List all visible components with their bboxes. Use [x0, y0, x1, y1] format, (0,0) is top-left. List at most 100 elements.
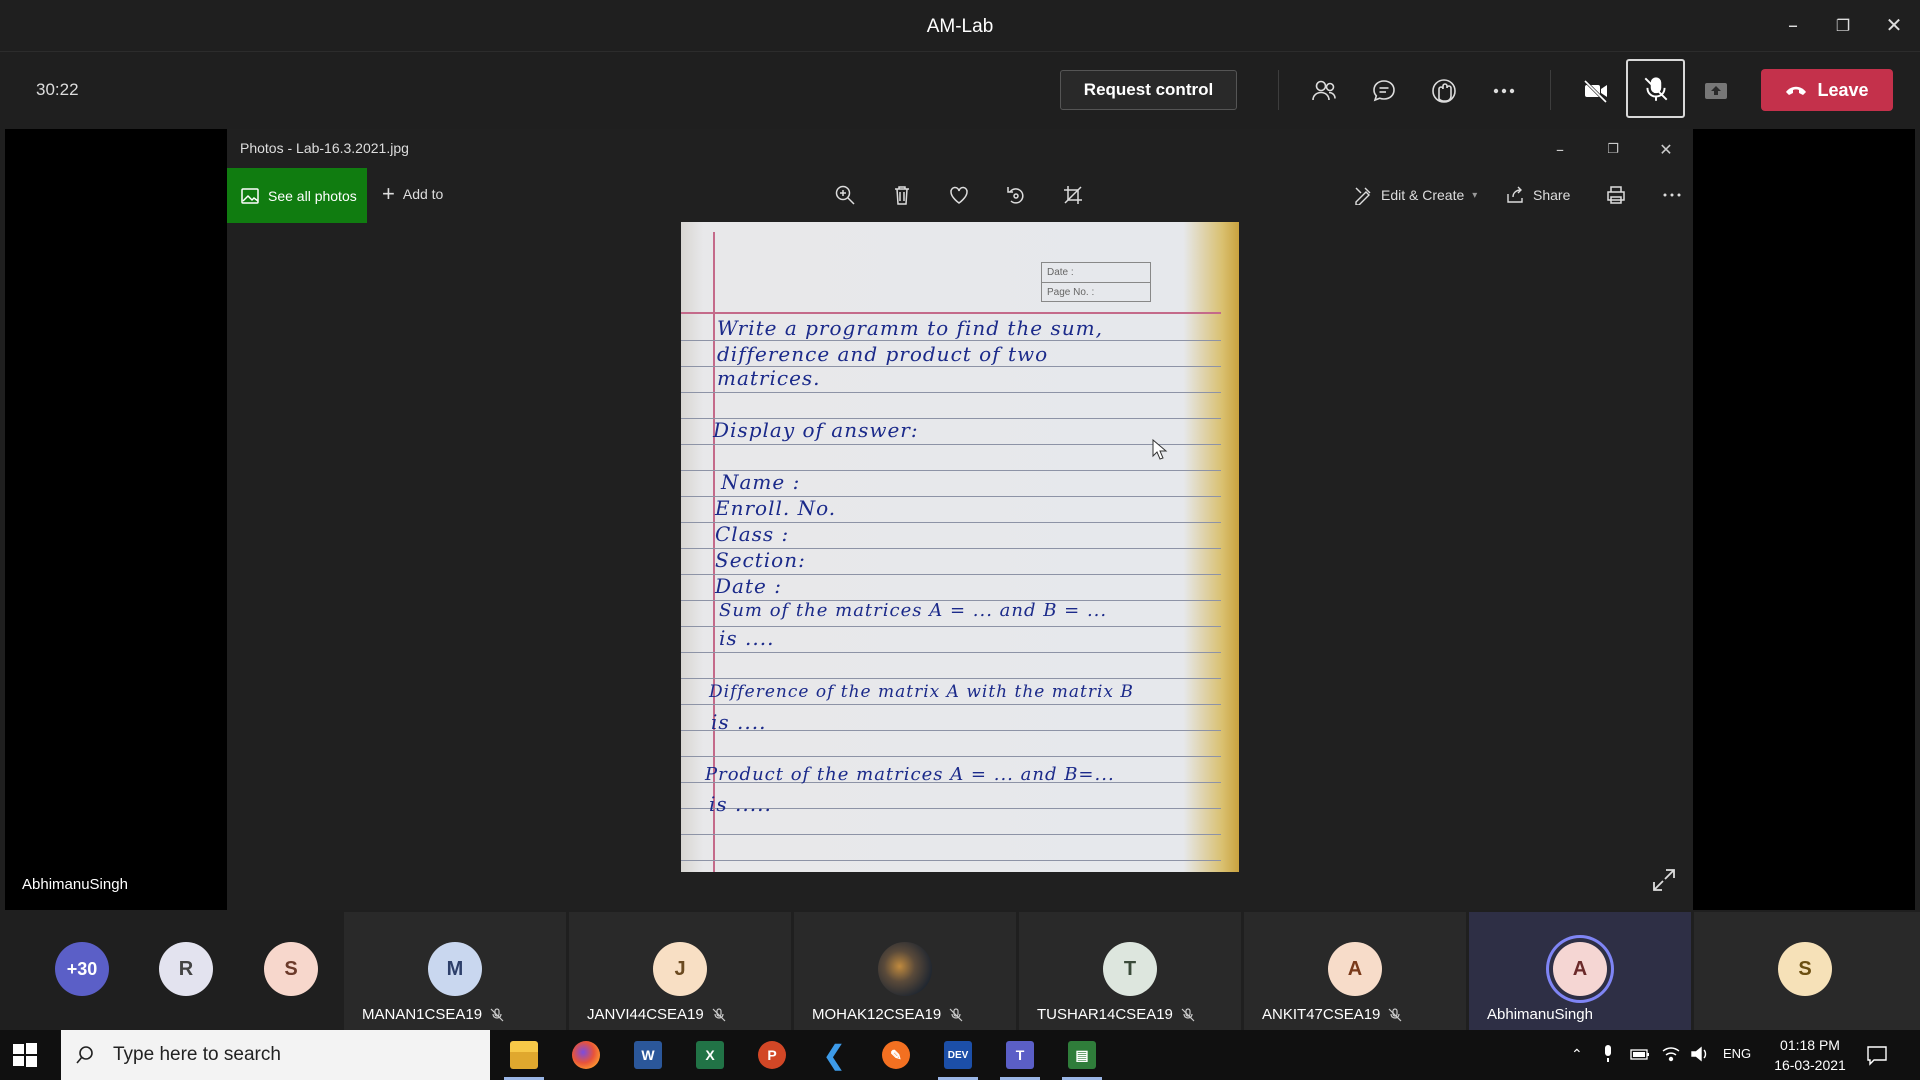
share-button[interactable]: Share: [1505, 185, 1570, 205]
sublime-app[interactable]: ✎: [868, 1034, 924, 1076]
file-explorer-app[interactable]: [496, 1034, 552, 1080]
taskbar-search-input[interactable]: Type here to search: [61, 1030, 490, 1080]
search-placeholder: Type here to search: [113, 1044, 281, 1065]
divider: [1550, 70, 1551, 110]
fullscreen-icon[interactable]: [1651, 867, 1677, 893]
delete-icon[interactable]: [888, 181, 916, 209]
avatar: A: [1328, 942, 1382, 996]
vscode-app[interactable]: ❮: [806, 1034, 862, 1076]
share-label: Share: [1533, 187, 1571, 203]
participant-name: AbhimanuSingh: [1487, 1006, 1593, 1023]
mouse-cursor-icon: [1152, 439, 1168, 460]
mic-off-icon: [1181, 1007, 1195, 1021]
photos-more-icon[interactable]: [1658, 181, 1686, 209]
teams-app[interactable]: T: [992, 1034, 1048, 1080]
favorite-icon[interactable]: [945, 181, 973, 209]
search-icon: [76, 1046, 93, 1064]
camera-off-icon[interactable]: [1578, 74, 1614, 108]
mute-button[interactable]: [1626, 59, 1685, 118]
photos-restore-button[interactable]: ❐: [1598, 134, 1628, 164]
chevron-up-icon[interactable]: ⌃: [1571, 1046, 1583, 1063]
handwritten-line: is ....: [711, 710, 767, 734]
clock-time: 01:18 PM: [1780, 1037, 1840, 1053]
firefox-app[interactable]: [558, 1034, 614, 1076]
powerpoint-icon: P: [758, 1041, 786, 1069]
participant-tile[interactable]: MOHAK12CSEA19: [794, 912, 1016, 1030]
mic-off-icon: [1644, 76, 1667, 101]
handwritten-line: is ....: [719, 626, 775, 650]
powerpoint-app[interactable]: P: [744, 1034, 800, 1076]
add-to-label: Add to: [402, 186, 444, 202]
crop-icon[interactable]: [1059, 181, 1087, 209]
divider: [1278, 70, 1279, 110]
microphone-icon[interactable]: [1602, 1044, 1614, 1064]
request-control-button[interactable]: Request control: [1060, 70, 1237, 110]
participant-tile[interactable]: M MANAN1CSEA19: [344, 912, 566, 1030]
avatar: J: [653, 942, 707, 996]
devcpp-app[interactable]: DEV: [930, 1034, 986, 1080]
handwritten-line: Enroll. No.: [715, 496, 837, 520]
leave-label: Leave: [1817, 79, 1869, 100]
share-tray-icon[interactable]: [1698, 74, 1734, 108]
date-box: Date : Page No. :: [1041, 262, 1151, 302]
print-icon[interactable]: [1602, 181, 1630, 209]
leave-button[interactable]: Leave: [1761, 69, 1893, 111]
rotate-icon[interactable]: [1002, 181, 1030, 209]
excel-icon: X: [696, 1041, 724, 1069]
close-button[interactable]: ✕: [1877, 10, 1911, 40]
restore-button[interactable]: ❐: [1826, 10, 1860, 40]
notebook-page-image: Date : Page No. : Write a programm to fi…: [681, 222, 1239, 872]
handwritten-line: matrices.: [717, 366, 821, 390]
teams-meeting-window: AM-Lab – ❐ ✕ 30:22 Request control Leave…: [0, 0, 1920, 1080]
chat-icon[interactable]: [1366, 74, 1402, 108]
language-indicator[interactable]: ENG: [1723, 1046, 1751, 1061]
participants-strip: +30 R S M MANAN1CSEA19 J JANVI44CSEA19 M…: [0, 912, 1920, 1030]
participant-tile[interactable]: T TUSHAR14CSEA19: [1019, 912, 1241, 1030]
taskbar-clock[interactable]: 01:18 PM 16-03-2021: [1770, 1035, 1850, 1075]
word-icon: W: [634, 1041, 662, 1069]
mic-off-icon: [712, 1007, 726, 1021]
windows-start-icon[interactable]: [12, 1042, 38, 1068]
clock-date: 16-03-2021: [1774, 1057, 1846, 1073]
excel-app[interactable]: X: [682, 1034, 738, 1076]
add-to-button[interactable]: + Add to: [382, 183, 444, 205]
firefox-icon: [572, 1041, 600, 1069]
photos-app[interactable]: ▤: [1054, 1034, 1110, 1080]
chevron-down-icon: ▾: [1472, 189, 1478, 201]
handwritten-line: Difference of the matrix A with the matr…: [709, 682, 1134, 702]
handwritten-line: Date :: [715, 574, 782, 598]
participant-tile[interactable]: A ANKIT47CSEA19: [1244, 912, 1466, 1030]
edit-create-label: Edit & Create: [1381, 187, 1465, 203]
word-app[interactable]: W: [620, 1034, 676, 1076]
participant-tile[interactable]: J JANVI44CSEA19: [569, 912, 791, 1030]
avatar[interactable]: R: [159, 942, 213, 996]
avatar: T: [1103, 942, 1157, 996]
avatar[interactable]: S: [264, 942, 318, 996]
more-participants-badge[interactable]: +30: [55, 942, 109, 996]
participant-name: ANKIT47CSEA19: [1262, 1006, 1381, 1023]
minimize-button[interactable]: –: [1776, 10, 1810, 40]
handwritten-line: Class :: [715, 522, 790, 546]
photos-minimize-button[interactable]: –: [1545, 134, 1575, 164]
see-all-photos-button[interactable]: See all photos: [227, 168, 367, 223]
avatar: A: [1553, 942, 1607, 996]
teams-icon: T: [1006, 1041, 1034, 1069]
reactions-icon[interactable]: [1426, 74, 1462, 108]
handwritten-line: is .....: [709, 792, 772, 816]
handwritten-line: difference and product of two: [717, 342, 1049, 366]
more-options-icon[interactable]: [1486, 74, 1522, 108]
battery-icon[interactable]: [1630, 1047, 1650, 1061]
photos-taskbar-icon: ▤: [1068, 1041, 1096, 1069]
date-label: Date :: [1042, 263, 1150, 283]
volume-icon[interactable]: [1690, 1045, 1710, 1063]
participant-tile-active-speaker[interactable]: A AbhimanuSingh: [1469, 912, 1691, 1030]
edit-create-button[interactable]: Edit & Create ▾: [1353, 185, 1477, 205]
participant-tile[interactable]: S: [1694, 912, 1920, 1030]
photos-close-button[interactable]: ✕: [1651, 134, 1681, 164]
wifi-icon[interactable]: [1661, 1045, 1681, 1063]
participants-icon[interactable]: [1306, 74, 1342, 108]
avatar: [878, 942, 932, 996]
zoom-icon[interactable]: [831, 181, 859, 209]
handwritten-line: Section:: [715, 548, 806, 572]
notification-center-icon[interactable]: [1866, 1044, 1888, 1066]
